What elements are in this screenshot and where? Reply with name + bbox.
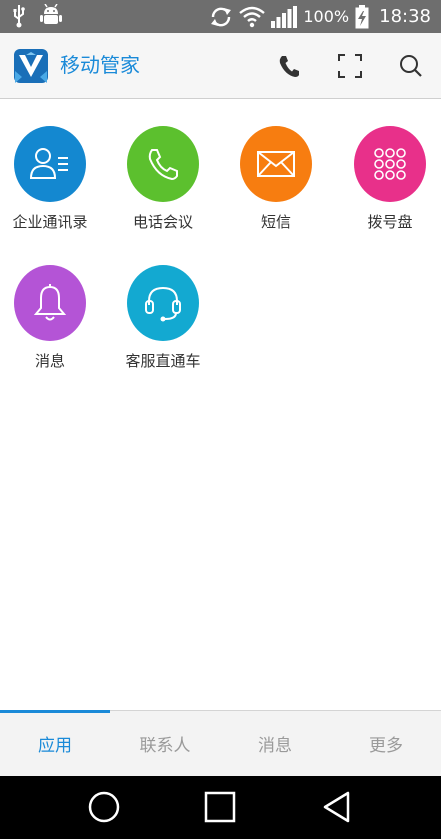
system-nav-bar <box>0 776 441 839</box>
android-debug-icon <box>40 4 62 24</box>
contact-card-icon <box>29 148 68 179</box>
battery-charging-icon <box>355 5 369 29</box>
app-enterprise-directory[interactable]: 企业通讯录 <box>0 126 106 232</box>
back-icon[interactable] <box>320 790 354 824</box>
app-conference-call[interactable]: 电话会议 <box>107 126 219 232</box>
app-bar: 移动管家 <box>0 33 441 99</box>
scan-icon[interactable] <box>337 53 363 79</box>
home-icon[interactable] <box>87 790 121 824</box>
phone-icon <box>148 149 178 181</box>
envelope-icon <box>257 151 295 177</box>
app-label: 企业通讯录 <box>12 213 88 231</box>
tab-messages[interactable]: 消息 <box>220 711 330 777</box>
app-logo-icon <box>14 49 48 83</box>
wifi-icon <box>239 6 266 28</box>
app-label: 短信 <box>260 213 291 231</box>
sync-icon <box>211 7 232 27</box>
app-label: 拨号盘 <box>367 213 413 231</box>
app-label: 客服直通车 <box>125 352 201 370</box>
app-messages[interactable]: 消息 <box>0 265 106 371</box>
app-customer-service[interactable]: 客服直通车 <box>107 265 219 371</box>
app-label: 消息 <box>34 352 65 370</box>
tab-more[interactable]: 更多 <box>331 711 441 777</box>
app-icon-circle <box>14 265 86 341</box>
tab-contacts[interactable]: 联系人 <box>110 711 220 777</box>
usb-icon <box>13 5 25 28</box>
app-icon-circle <box>127 265 199 341</box>
app-icon-circle <box>354 126 426 202</box>
phone-icon[interactable] <box>276 53 302 79</box>
headset-icon <box>145 286 181 322</box>
app-title: 移动管家 <box>60 53 140 77</box>
signal-icon <box>271 6 298 28</box>
status-bar: 100% 18:38 <box>0 0 441 33</box>
app-label: 电话会议 <box>132 213 193 231</box>
clock: 18:38 <box>379 6 431 27</box>
app-icon-circle <box>14 126 86 202</box>
recent-apps-icon[interactable] <box>203 790 237 824</box>
app-dialpad[interactable]: 拨号盘 <box>334 126 441 232</box>
bell-icon <box>33 284 67 321</box>
tab-apps[interactable]: 应用 <box>0 711 110 777</box>
app-icon-circle <box>240 126 312 202</box>
battery-percent: 100% <box>303 7 350 26</box>
app-icon-circle <box>127 126 199 202</box>
dialpad-icon <box>374 148 406 180</box>
app-sms[interactable]: 短信 <box>220 126 332 232</box>
search-icon[interactable] <box>398 53 424 79</box>
bottom-nav: 应用 联系人 消息 更多 <box>0 710 441 777</box>
